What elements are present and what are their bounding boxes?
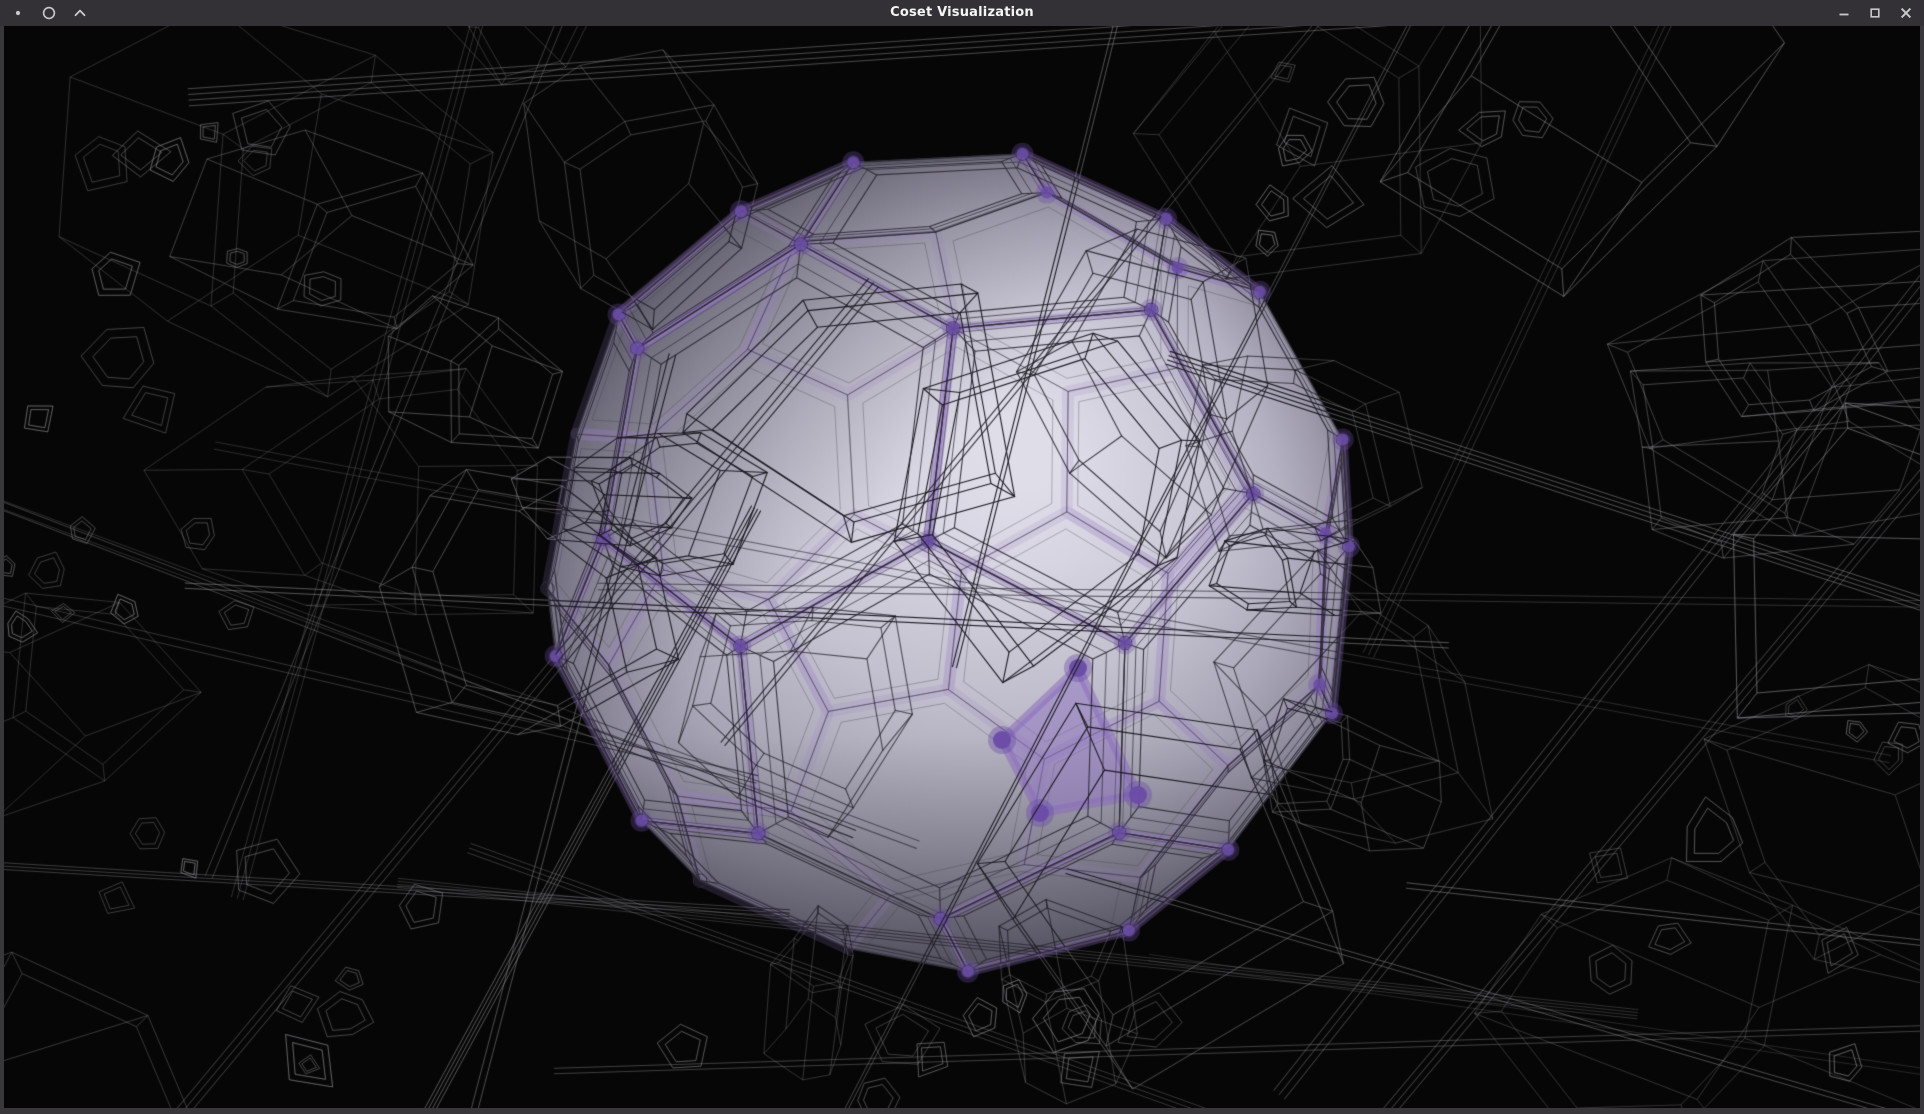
circle-icon[interactable] [42, 6, 56, 20]
dot-icon[interactable] [11, 6, 25, 20]
viewport-frame [0, 26, 1924, 1114]
window-controls [1837, 0, 1913, 26]
titlebar-left-buttons [0, 6, 87, 20]
minimize-button[interactable] [1837, 6, 1851, 20]
titlebar: Coset Visualization [0, 0, 1924, 26]
close-button[interactable] [1899, 6, 1913, 20]
chevron-up-icon[interactable] [73, 6, 87, 20]
viewport-canvas[interactable] [4, 26, 1920, 1108]
window-title: Coset Visualization [0, 0, 1924, 26]
maximize-button[interactable] [1868, 6, 1882, 20]
app-window: Coset Visualization [0, 0, 1924, 1114]
